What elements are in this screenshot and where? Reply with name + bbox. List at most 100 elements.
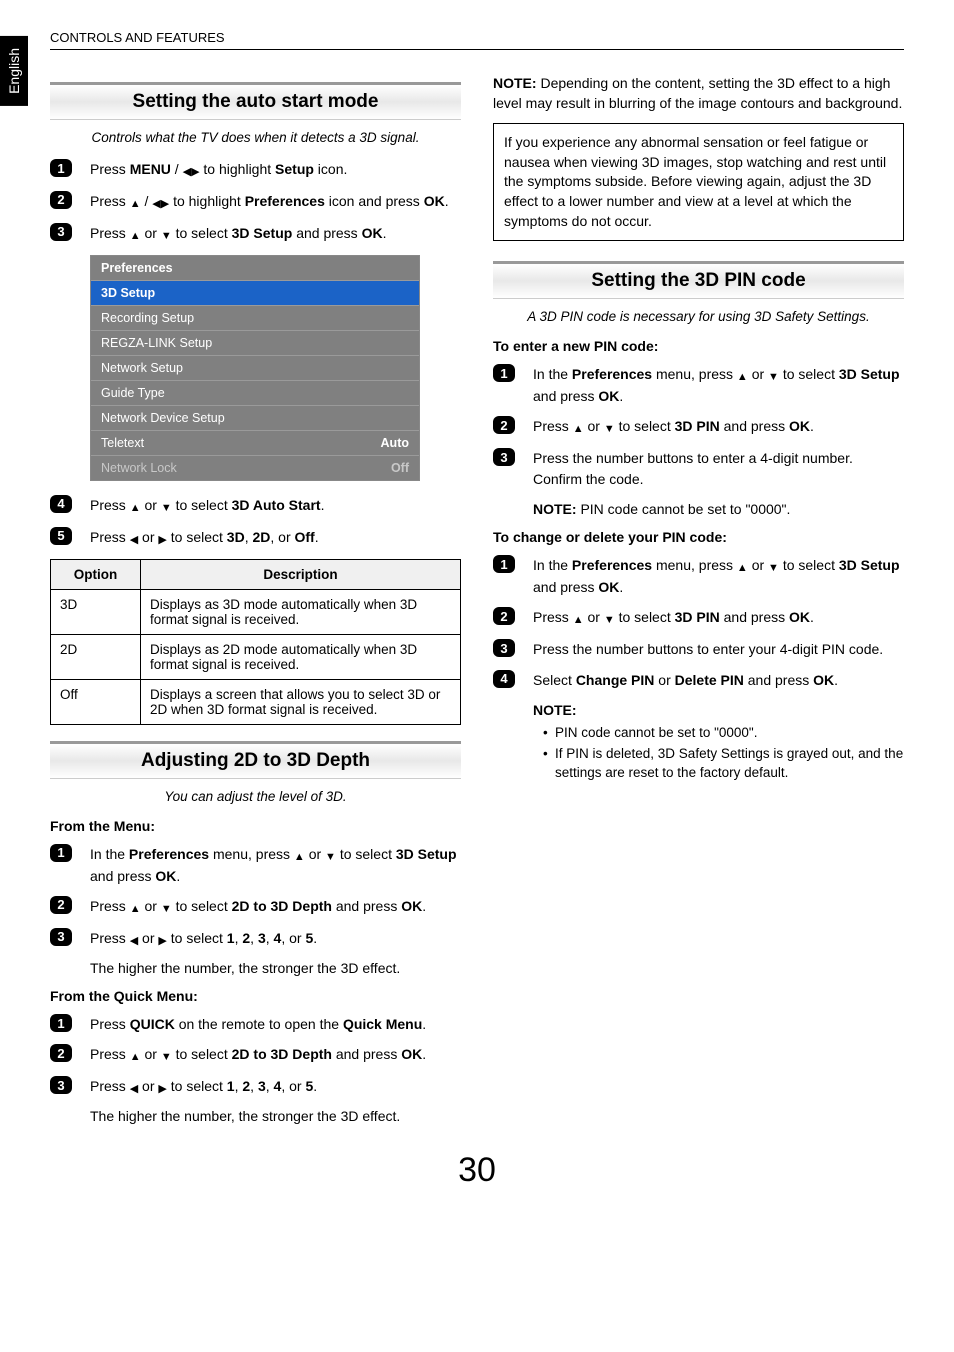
list-item: PIN code cannot be set to "0000". bbox=[545, 724, 904, 743]
subhead: To change or delete your PIN code: bbox=[493, 529, 904, 545]
osd-row: Network Setup bbox=[91, 355, 419, 380]
step-badge: 3 bbox=[50, 928, 72, 946]
right-icon: ▶ bbox=[161, 197, 169, 213]
section-intro: A 3D PIN code is necessary for using 3D … bbox=[493, 309, 904, 324]
step-badge: 3 bbox=[50, 223, 72, 241]
step-text: Select Change PIN or Delete PIN and pres… bbox=[533, 670, 904, 785]
step-text: Press ▲ or ▼ to select 2D to 3D Depth an… bbox=[90, 1044, 461, 1066]
step-badge: 4 bbox=[493, 670, 515, 688]
note-block: NOTE: Depending on the content, setting … bbox=[493, 74, 904, 113]
step-badge: 4 bbox=[50, 495, 72, 513]
step: 2 Press ▲ / ◀▶ to highlight Preferences … bbox=[50, 191, 461, 213]
step-text: Press MENU / ◀▶ to highlight Setup icon. bbox=[90, 159, 461, 181]
subhead: From the Menu: bbox=[50, 818, 461, 834]
step: 3 Press ◀ or ▶ to select 1, 2, 3, 4, or … bbox=[50, 1076, 461, 1126]
section-intro: You can adjust the level of 3D. bbox=[50, 789, 461, 804]
step-text: Press ◀ or ▶ to select 1, 2, 3, 4, or 5.… bbox=[90, 928, 461, 978]
step: 2 Press ▲ or ▼ to select 2D to 3D Depth … bbox=[50, 1044, 461, 1066]
table-row: 2DDisplays as 2D mode automatically when… bbox=[51, 634, 461, 679]
step: 2 Press ▲ or ▼ to select 2D to 3D Depth … bbox=[50, 896, 461, 918]
up-icon: ▲ bbox=[130, 229, 141, 245]
language-tab: English bbox=[0, 36, 28, 106]
down-icon: ▼ bbox=[604, 613, 615, 629]
up-icon: ▲ bbox=[130, 501, 141, 517]
osd-row: Recording Setup bbox=[91, 305, 419, 330]
option-cell: 2D bbox=[51, 634, 141, 679]
step-text: In the Preferences menu, press ▲ or ▼ to… bbox=[90, 844, 461, 886]
up-icon: ▲ bbox=[737, 370, 748, 386]
step-badge: 1 bbox=[493, 364, 515, 382]
step: 3 Press ◀ or ▶ to select 1, 2, 3, 4, or … bbox=[50, 928, 461, 978]
table-row: OffDisplays a screen that allows you to … bbox=[51, 679, 461, 724]
step: 1 Press MENU / ◀▶ to highlight Setup ico… bbox=[50, 159, 461, 181]
table-row: 3DDisplays as 3D mode automatically when… bbox=[51, 589, 461, 634]
left-icon: ◀ bbox=[183, 165, 191, 181]
subhead: From the Quick Menu: bbox=[50, 988, 461, 1004]
osd-label: 3D Setup bbox=[101, 286, 155, 300]
options-table: Option Description 3DDisplays as 3D mode… bbox=[50, 559, 461, 725]
down-icon: ▼ bbox=[604, 422, 615, 438]
step-text: Press the number buttons to enter a 4-di… bbox=[533, 448, 904, 519]
right-icon: ▶ bbox=[158, 1082, 166, 1098]
step-text: Press ▲ or ▼ to select 2D to 3D Depth an… bbox=[90, 896, 461, 918]
section-title-depth: Adjusting 2D to 3D Depth bbox=[50, 741, 461, 779]
step: 4 Press ▲ or ▼ to select 3D Auto Start. bbox=[50, 495, 461, 517]
description-cell: Displays a screen that allows you to sel… bbox=[141, 679, 461, 724]
step-text: Press ▲ or ▼ to select 3D Auto Start. bbox=[90, 495, 461, 517]
section-title-pin: Setting the 3D PIN code bbox=[493, 261, 904, 299]
step-text: Press ▲ / ◀▶ to highlight Preferences ic… bbox=[90, 191, 461, 213]
right-column: NOTE: Depending on the content, setting … bbox=[493, 74, 904, 1137]
osd-value: Off bbox=[391, 461, 409, 475]
subhead: To enter a new PIN code: bbox=[493, 338, 904, 354]
osd-label: Network Lock bbox=[101, 461, 177, 475]
up-icon: ▲ bbox=[573, 613, 584, 629]
step: 1 In the Preferences menu, press ▲ or ▼ … bbox=[493, 555, 904, 597]
osd-label: Network Setup bbox=[101, 361, 183, 375]
step: 3 Press the number buttons to enter your… bbox=[493, 639, 904, 659]
osd-title: Preferences bbox=[91, 256, 419, 280]
osd-label: Recording Setup bbox=[101, 311, 194, 325]
option-cell: Off bbox=[51, 679, 141, 724]
step-text: In the Preferences menu, press ▲ or ▼ to… bbox=[533, 364, 904, 406]
down-icon: ▼ bbox=[325, 850, 336, 866]
down-icon: ▼ bbox=[161, 501, 172, 517]
step: 5 Press ◀ or ▶ to select 3D, 2D, or Off. bbox=[50, 527, 461, 549]
list-item: If PIN is deleted, 3D Safety Settings is… bbox=[545, 745, 904, 783]
step: 1 In the Preferences menu, press ▲ or ▼ … bbox=[493, 364, 904, 406]
down-icon: ▼ bbox=[161, 1050, 172, 1066]
up-icon: ▲ bbox=[130, 902, 141, 918]
down-icon: ▼ bbox=[161, 902, 172, 918]
step-text: Press ▲ or ▼ to select 3D Setup and pres… bbox=[90, 223, 461, 245]
osd-row: Network Device Setup bbox=[91, 405, 419, 430]
step-badge: 3 bbox=[493, 639, 515, 657]
up-icon: ▲ bbox=[573, 422, 584, 438]
right-icon: ▶ bbox=[158, 934, 166, 950]
step-badge: 3 bbox=[50, 1076, 72, 1094]
step-text: Press QUICK on the remote to open the Qu… bbox=[90, 1014, 461, 1034]
step-badge: 3 bbox=[493, 448, 515, 466]
left-icon: ◀ bbox=[130, 533, 138, 549]
left-icon: ◀ bbox=[152, 197, 160, 213]
step-text: In the Preferences menu, press ▲ or ▼ to… bbox=[533, 555, 904, 597]
osd-row: 3D Setup bbox=[91, 280, 419, 305]
section-intro: Controls what the TV does when it detect… bbox=[50, 130, 461, 145]
step: 3 Press ▲ or ▼ to select 3D Setup and pr… bbox=[50, 223, 461, 245]
osd-label: Guide Type bbox=[101, 386, 165, 400]
step-text: Press the number buttons to enter your 4… bbox=[533, 639, 904, 659]
step-badge: 1 bbox=[493, 555, 515, 573]
osd-label: Teletext bbox=[101, 436, 144, 450]
step-badge: 1 bbox=[50, 159, 72, 177]
down-icon: ▼ bbox=[768, 370, 779, 386]
down-icon: ▼ bbox=[161, 229, 172, 245]
table-header: Option bbox=[51, 559, 141, 589]
left-icon: ◀ bbox=[130, 934, 138, 950]
up-icon: ▲ bbox=[130, 1050, 141, 1066]
description-cell: Displays as 3D mode automatically when 3… bbox=[141, 589, 461, 634]
step-badge: 2 bbox=[50, 896, 72, 914]
down-icon: ▼ bbox=[768, 561, 779, 577]
up-icon: ▲ bbox=[294, 850, 305, 866]
section-header: CONTROLS AND FEATURES bbox=[50, 30, 904, 50]
page-number: 30 bbox=[50, 1151, 904, 1190]
step: 4 Select Change PIN or Delete PIN and pr… bbox=[493, 670, 904, 785]
step-text: Press ▲ or ▼ to select 3D PIN and press … bbox=[533, 607, 904, 629]
